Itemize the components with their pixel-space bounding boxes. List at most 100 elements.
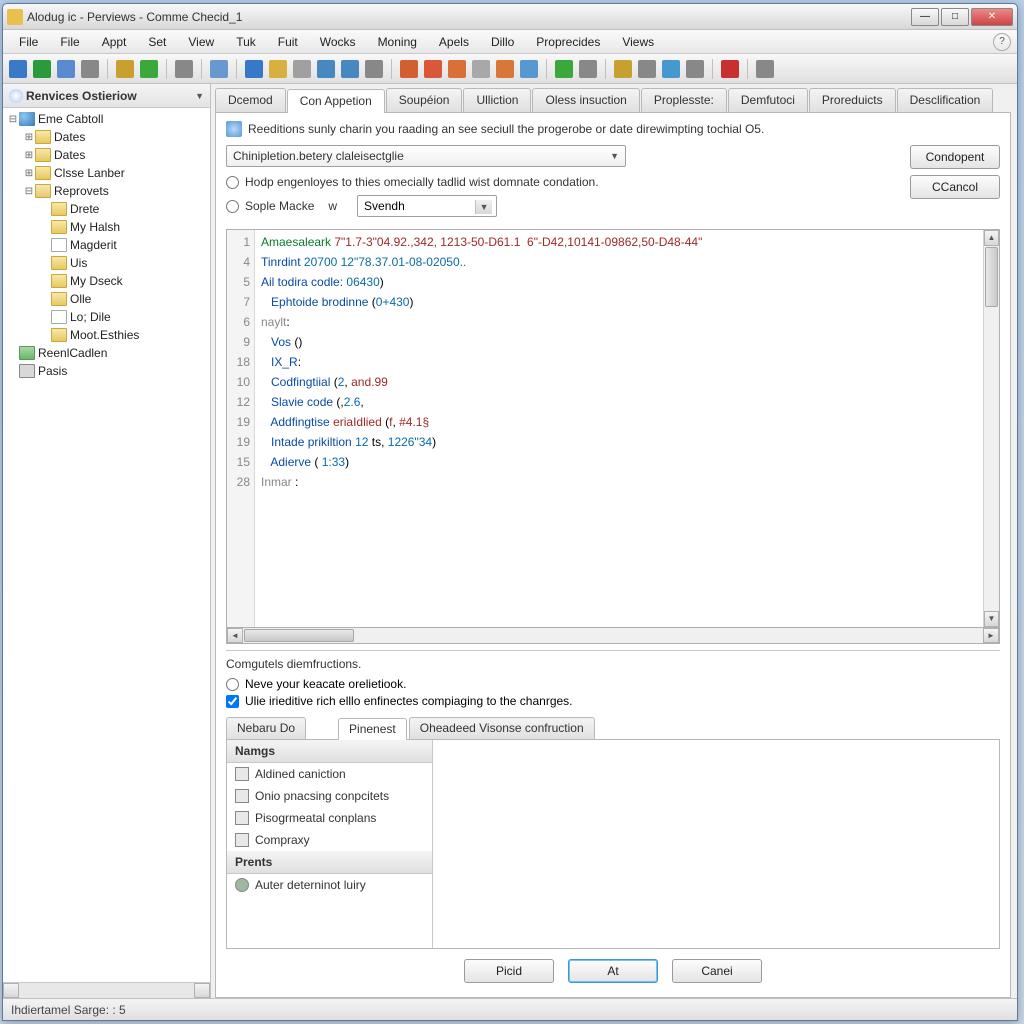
expand-icon[interactable]: ⊞: [23, 168, 35, 179]
toolbar-button-32[interactable]: [686, 60, 704, 78]
code-editor[interactable]: 14576918101219191528 Amaesaleark 7"1.7-3…: [226, 229, 1000, 628]
toolbar-button-26[interactable]: [555, 60, 573, 78]
tab-2[interactable]: Soupéion: [386, 88, 463, 112]
close-button[interactable]: ✕: [971, 8, 1013, 26]
tree-item[interactable]: ⊟Reprovets: [3, 182, 210, 200]
radio-hodp[interactable]: [226, 176, 239, 189]
scroll-right-button[interactable]: [194, 983, 210, 998]
toolbar-button-5[interactable]: [116, 60, 134, 78]
tab-7[interactable]: Proreduicts: [809, 88, 896, 112]
condopent-button[interactable]: Condopent: [910, 145, 1000, 169]
tree-item[interactable]: Moot.Esthies: [3, 326, 210, 344]
chevron-down-icon[interactable]: ▼: [195, 91, 204, 101]
tab-4[interactable]: Oless insuction: [532, 88, 639, 112]
toolbar-button-2[interactable]: [57, 60, 75, 78]
toolbar-button-12[interactable]: [245, 60, 263, 78]
tree-item[interactable]: Lo; Dile: [3, 308, 210, 326]
toolbar-button-29[interactable]: [614, 60, 632, 78]
menu-file[interactable]: File: [9, 32, 48, 52]
code-vscroll[interactable]: ▲ ▼: [983, 230, 999, 627]
tree-item[interactable]: ReenlCadlen: [3, 344, 210, 362]
tree-item[interactable]: ⊞Dates: [3, 128, 210, 146]
minimize-button[interactable]: —: [911, 8, 939, 26]
at-button[interactable]: At: [568, 959, 658, 983]
menu-apels[interactable]: Apels: [429, 32, 479, 52]
tree-item[interactable]: My Dseck: [3, 272, 210, 290]
tree-view[interactable]: ⊟Eme Cabtoll⊞Dates⊞Dates⊞Clsse Lanber⊟Re…: [3, 108, 210, 982]
toolbar-button-36[interactable]: [756, 60, 774, 78]
scroll-thumb[interactable]: [985, 247, 998, 307]
toolbar-button-34[interactable]: [721, 60, 739, 78]
toolbar-button-8[interactable]: [175, 60, 193, 78]
menu-dillo[interactable]: Dillo: [481, 32, 524, 52]
menu-tuk[interactable]: Tuk: [226, 32, 266, 52]
menu-views[interactable]: Views: [612, 32, 664, 52]
tab-8[interactable]: Desclification: [897, 88, 994, 112]
svendh-select[interactable]: Svendh: [357, 195, 497, 217]
scroll-down-button[interactable]: ▼: [984, 611, 999, 627]
lower-tab-0[interactable]: Pinenest: [338, 718, 407, 740]
toolbar-button-17[interactable]: [365, 60, 383, 78]
tree-item[interactable]: Magderit: [3, 236, 210, 254]
toolbar-button-19[interactable]: [400, 60, 418, 78]
sidebar-hscroll[interactable]: [3, 982, 210, 998]
lower-tab-nebaru[interactable]: Nebaru Do: [226, 717, 306, 739]
scroll-track[interactable]: [19, 983, 194, 998]
help-icon[interactable]: ?: [993, 33, 1011, 51]
toolbar-button-13[interactable]: [269, 60, 287, 78]
panel-item[interactable]: Onio pnacsing conpcitets: [227, 785, 432, 807]
toolbar-button-6[interactable]: [140, 60, 158, 78]
scroll-right-button[interactable]: ►: [983, 628, 999, 643]
panel-item[interactable]: Compraxy: [227, 829, 432, 851]
titlebar[interactable]: Alodug ic - Perviews - Comme Checid_1 — …: [3, 4, 1017, 30]
tab-5[interactable]: Proplesste:: [641, 88, 727, 112]
menu-appt[interactable]: Appt: [92, 32, 137, 52]
expand-icon[interactable]: ⊞: [23, 150, 35, 161]
tree-item[interactable]: My Halsh: [3, 218, 210, 236]
main-combo[interactable]: Chinipletion.betery claleisectglie ▼: [226, 145, 626, 167]
toolbar-button-20[interactable]: [424, 60, 442, 78]
code-hscroll[interactable]: ◄ ►: [226, 628, 1000, 644]
expand-icon[interactable]: ⊟: [7, 114, 19, 125]
picid-button[interactable]: Picid: [464, 959, 554, 983]
menu-view[interactable]: View: [178, 32, 224, 52]
toolbar-button-10[interactable]: [210, 60, 228, 78]
tree-item[interactable]: ⊞Dates: [3, 146, 210, 164]
maximize-button[interactable]: □: [941, 8, 969, 26]
tab-1[interactable]: Con Appetion: [287, 89, 385, 113]
expand-icon[interactable]: ⊟: [23, 186, 35, 197]
menu-file[interactable]: File: [50, 32, 89, 52]
toolbar-button-15[interactable]: [317, 60, 335, 78]
tree-item[interactable]: Olle: [3, 290, 210, 308]
menu-proprecides[interactable]: Proprecides: [526, 32, 610, 52]
radio-sople[interactable]: [226, 200, 239, 213]
toolbar-button-23[interactable]: [496, 60, 514, 78]
code-area[interactable]: Amaesaleark 7"1.7-3"04.92.,342, 1213-50-…: [255, 230, 983, 627]
scroll-left-button[interactable]: [3, 983, 19, 998]
scroll-up-button[interactable]: ▲: [984, 230, 999, 246]
menu-moning[interactable]: Moning: [368, 32, 427, 52]
tree-item[interactable]: Drete: [3, 200, 210, 218]
toolbar-button-3[interactable]: [81, 60, 99, 78]
radio-neve[interactable]: [226, 678, 239, 691]
tab-6[interactable]: Demfutoci: [728, 88, 808, 112]
sidebar-header[interactable]: Renvices Ostieriow ▼: [3, 84, 210, 108]
tab-3[interactable]: Ulliction: [463, 88, 531, 112]
scroll-thumb[interactable]: [244, 629, 354, 642]
lower-tab-1[interactable]: Oheadeed Visonse confruction: [409, 717, 595, 739]
menu-wocks[interactable]: Wocks: [310, 32, 366, 52]
toolbar-button-24[interactable]: [520, 60, 538, 78]
tree-item[interactable]: Uis: [3, 254, 210, 272]
tree-item[interactable]: ⊟Eme Cabtoll: [3, 110, 210, 128]
panel-item[interactable]: Aldined caniction: [227, 763, 432, 785]
panel-item[interactable]: Auter deterninot luiry: [227, 874, 432, 896]
check-ulie[interactable]: [226, 695, 239, 708]
expand-icon[interactable]: ⊞: [23, 132, 35, 143]
toolbar-button-16[interactable]: [341, 60, 359, 78]
tree-item[interactable]: Pasis: [3, 362, 210, 380]
menu-fuit[interactable]: Fuit: [268, 32, 308, 52]
scroll-left-button[interactable]: ◄: [227, 628, 243, 643]
toolbar-button-14[interactable]: [293, 60, 311, 78]
toolbar-button-31[interactable]: [662, 60, 680, 78]
toolbar-button-1[interactable]: [33, 60, 51, 78]
